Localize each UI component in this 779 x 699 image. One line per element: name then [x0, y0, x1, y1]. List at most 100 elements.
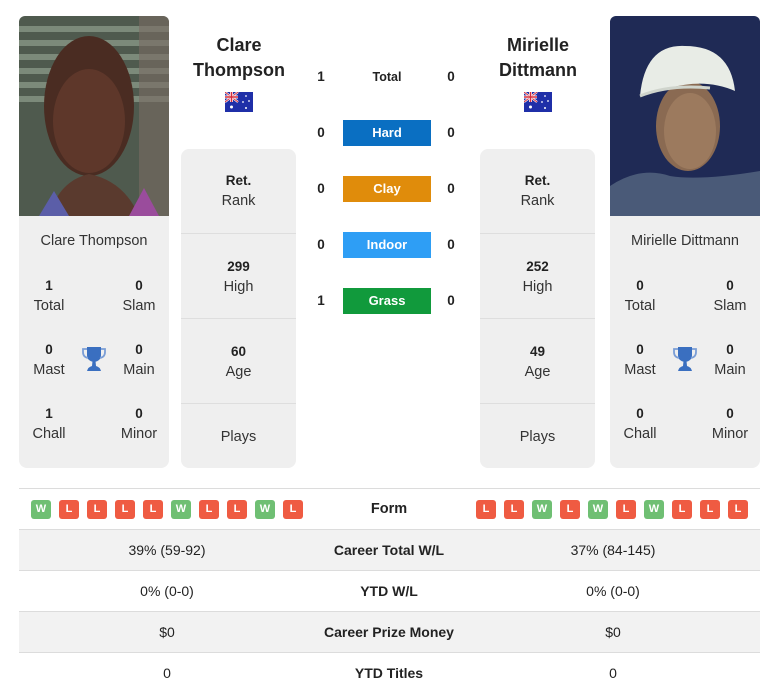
stat-label: Main [123, 362, 155, 378]
player2-titles-card: Mirielle Dittmann 0 Total 0 Slam 0 Mast … [610, 216, 760, 468]
player1-form-list: WLLLLWLLWL [31, 500, 303, 519]
age-label: Age [225, 364, 252, 380]
player1-stat-value: 39% (59-92) [128, 542, 206, 558]
player2-last-name: Dittmann [499, 60, 577, 80]
player2-photo-image [610, 16, 760, 216]
stat-value: 0 [45, 342, 53, 357]
stat-value: 0 [135, 278, 143, 293]
surface-badge-clay[interactable]: Clay [343, 176, 431, 202]
australia-flag-icon [524, 92, 552, 112]
stats-row-career-prize-money: $0 Career Prize Money $0 [19, 611, 760, 652]
player1-photo[interactable] [19, 16, 169, 216]
stat-value: 0 [636, 278, 644, 293]
player2-stat-value: 37% (84-145) [570, 542, 656, 558]
surface-badge-indoor[interactable]: Indoor [343, 232, 431, 258]
player1-plays: Plays [181, 403, 296, 488]
stat-value: 0 [636, 406, 644, 421]
stat-value: 0 [636, 342, 644, 357]
h2h-p2-value: 0 [447, 237, 455, 252]
stat-label: Total [33, 298, 65, 314]
player1-titles-minor: 0 Minor [109, 404, 169, 444]
rank-label: Rank [520, 193, 555, 209]
player2-form-badge-loss[interactable]: L [504, 500, 524, 519]
plays-label: Plays [519, 429, 556, 445]
player2-photo[interactable] [610, 16, 760, 216]
stats-row-ytd-titles: 0 YTD Titles 0 [19, 652, 760, 693]
h2h-row-grass: 1 Grass 0 [305, 288, 467, 314]
player2-form-list: LLWLWLWLLL [476, 500, 748, 519]
stat-label: YTD W/L [360, 583, 418, 599]
player1-form-badge-win[interactable]: W [31, 500, 51, 519]
player2-stat-value: 0% (0-0) [586, 583, 640, 599]
player1-titles-mast: 0 Mast [19, 340, 79, 380]
player2-form-badge-loss[interactable]: L [560, 500, 580, 519]
rank-label: Rank [221, 193, 256, 209]
player1-form-badge-loss[interactable]: L [143, 500, 163, 519]
player1-form-badge-win[interactable]: W [171, 500, 191, 519]
player1-form-badge-loss[interactable]: L [227, 500, 247, 519]
player1-form-badge-loss[interactable]: L [59, 500, 79, 519]
stat-label: Minor [120, 426, 158, 442]
h2h-row-clay: 0 Clay 0 [305, 176, 467, 202]
h2h-p2-value: 0 [447, 181, 455, 196]
player1-titles-card: Clare Thompson 1 Total 0 Slam 0 Mast 0 M… [19, 216, 169, 468]
player1-titles-main: 0 Main [109, 340, 169, 380]
player1-form-badge-loss[interactable]: L [283, 500, 303, 519]
rank-value: Ret. [524, 173, 551, 188]
player2-name-heading[interactable]: Mirielle Dittmann [468, 33, 608, 83]
player1-form-badge-win[interactable]: W [255, 500, 275, 519]
player2-form-badge-win[interactable]: W [644, 500, 664, 519]
stat-label: Slam [122, 298, 156, 314]
h2h-p2-value: 0 [447, 125, 455, 140]
age-label: Age [524, 364, 551, 380]
stat-value: 1 [45, 278, 53, 293]
player1-form-badge-loss[interactable]: L [87, 500, 107, 519]
age-value: 49 [529, 344, 546, 359]
player2-plays: Plays [480, 403, 595, 488]
player2-form-badge-loss[interactable]: L [700, 500, 720, 519]
stat-value: 0 [726, 406, 734, 421]
player2-form-badge-win[interactable]: W [532, 500, 552, 519]
stat-value: 0 [135, 342, 143, 357]
player1-form-badge-loss[interactable]: L [115, 500, 135, 519]
player2-stat-value: 0 [609, 665, 617, 681]
player1-last-name: Thompson [193, 60, 285, 80]
player2-titles-mast: 0 Mast [610, 340, 670, 380]
player1-photo-image [19, 16, 169, 216]
player2-titles-total: 0 Total [610, 276, 670, 316]
stat-label: Total [624, 298, 656, 314]
h2h-p1-value: 0 [317, 125, 325, 140]
player2-high: 252 High [480, 233, 595, 318]
player2-first-name: Mirielle [506, 35, 570, 55]
surface-badge-hard[interactable]: Hard [343, 120, 431, 146]
player2-form-badge-win[interactable]: W [588, 500, 608, 519]
player2-form-badge-loss[interactable]: L [672, 500, 692, 519]
stat-label: Mast [624, 362, 656, 378]
stat-label: Slam [713, 298, 747, 314]
surface-badge-grass[interactable]: Grass [343, 288, 431, 314]
h2h-row-indoor: 0 Indoor 0 [305, 232, 467, 258]
player2-full-name[interactable]: Mirielle Dittmann [610, 233, 760, 249]
high-value: 252 [526, 259, 549, 274]
stat-value: 0 [135, 406, 143, 421]
player2-titles-chall: 0 Chall [610, 404, 670, 444]
h2h-row-total: 1 Total 0 [305, 64, 467, 90]
player1-titles-slam: 0 Slam [109, 276, 169, 316]
player2-age: 49 Age [480, 318, 595, 403]
player1-first-name: Clare [216, 35, 262, 55]
player2-titles-slam: 0 Slam [700, 276, 760, 316]
player1-form-badge-loss[interactable]: L [199, 500, 219, 519]
player1-high: 299 High [181, 233, 296, 318]
stat-label: Main [714, 362, 746, 378]
player2-form-badge-loss[interactable]: L [728, 500, 748, 519]
player2-form-badge-loss[interactable]: L [616, 500, 636, 519]
player1-age: 60 Age [181, 318, 296, 403]
player2-form-badge-loss[interactable]: L [476, 500, 496, 519]
player2-titles-minor: 0 Minor [700, 404, 760, 444]
player1-full-name[interactable]: Clare Thompson [19, 233, 169, 249]
stat-value: 0 [726, 278, 734, 293]
h2h-p1-value: 0 [317, 237, 325, 252]
high-label: High [522, 279, 553, 295]
h2h-row-hard: 0 Hard 0 [305, 120, 467, 146]
player1-name-heading[interactable]: Clare Thompson [169, 33, 309, 83]
